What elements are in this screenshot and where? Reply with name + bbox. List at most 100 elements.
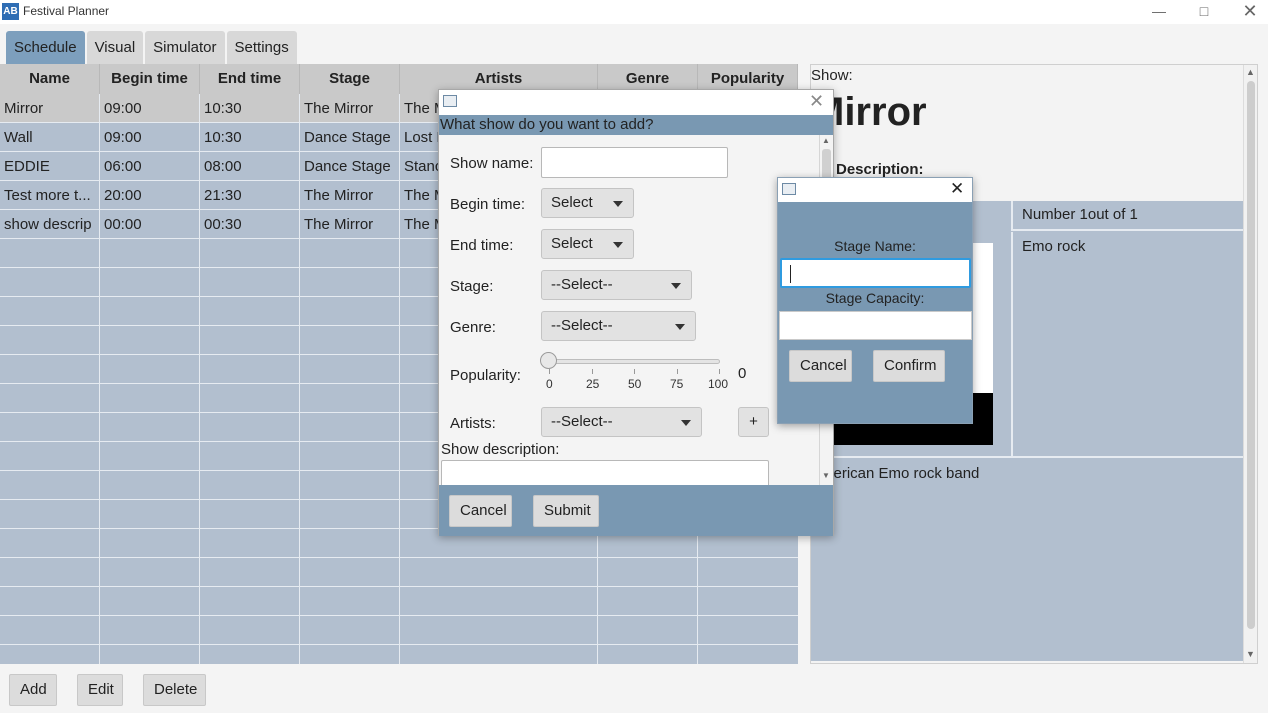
cell-name: Mirror	[0, 94, 100, 123]
grid-line	[0, 557, 798, 558]
cell-stage: The Mirror	[300, 210, 400, 239]
window-icon	[443, 95, 457, 107]
chevron-down-icon	[613, 201, 623, 207]
add-stage-dialog: ✕ Stage Name: Stage Capacity: Cancel Con…	[777, 177, 973, 424]
dialog-titlebar: ✕	[778, 178, 972, 202]
scroll-down-icon[interactable]: ▼	[822, 471, 830, 480]
show-description-label: Show description:	[441, 441, 560, 458]
artists-label: Artists:	[450, 415, 496, 432]
submit-button[interactable]: Submit	[533, 495, 599, 527]
artist-description: merican Emo rock band	[821, 465, 980, 482]
add-artist-button[interactable]: +	[738, 407, 769, 437]
column-header-begin-time[interactable]: Begin time	[100, 64, 200, 94]
window-icon	[782, 183, 796, 195]
cell-begin-time: 06:00	[100, 152, 200, 181]
begin-time-label: Begin time:	[450, 196, 526, 213]
text-cursor	[790, 265, 791, 283]
dialog-form: Show name: Begin time: Select End time: …	[439, 135, 833, 485]
genre-value: --Select--	[551, 317, 613, 334]
dialog-footer: Cancel Submit	[439, 485, 833, 536]
show-name-input[interactable]	[541, 147, 728, 178]
window-titlebar: AB Festival Planner — □ ✕	[0, 0, 1268, 24]
cell-end-time: 21:30	[200, 181, 300, 210]
end-time-value: Select	[551, 235, 593, 252]
detail-scrollbar[interactable]: ▲ ▼	[1243, 65, 1257, 663]
cell-begin-time: 00:00	[100, 210, 200, 239]
slider-tick-label: 100	[708, 377, 729, 391]
stage-value: --Select--	[551, 276, 613, 293]
chevron-down-icon	[671, 283, 681, 289]
slider-tick	[677, 369, 678, 374]
tab-schedule[interactable]: Schedule	[6, 31, 85, 64]
grid-line	[0, 586, 798, 587]
stage-name-label: Stage Name:	[834, 238, 916, 254]
popularity-slider-thumb[interactable]	[540, 352, 557, 369]
dialog-header: What show do you want to add?	[439, 115, 833, 135]
tab-visual[interactable]: Visual	[86, 31, 144, 64]
slider-tick-label: 75	[670, 377, 684, 391]
cancel-button[interactable]: Cancel	[449, 495, 512, 527]
slider-tick-label: 0	[546, 377, 553, 391]
slider-tick	[719, 369, 720, 374]
scrollbar-thumb[interactable]	[1247, 81, 1255, 629]
slider-tick	[549, 369, 550, 374]
cell-stage: The Mirror	[300, 94, 400, 123]
slider-tick-label: 50	[628, 377, 642, 391]
begin-time-value: Select	[551, 194, 593, 211]
scrollbar-thumb[interactable]	[822, 149, 831, 179]
stage-name-input[interactable]	[780, 258, 971, 288]
slider-tick-label: 25	[586, 377, 600, 391]
end-time-label: End time:	[450, 237, 514, 254]
popularity-label: Popularity:	[450, 367, 521, 384]
slider-tick	[592, 369, 593, 374]
popularity-slider-track[interactable]	[547, 359, 720, 364]
add-button[interactable]: Add	[9, 674, 57, 706]
maximize-icon[interactable]: □	[1181, 0, 1227, 24]
column-header-end-time[interactable]: End time	[200, 64, 300, 94]
scroll-up-icon[interactable]: ▲	[822, 136, 830, 145]
show-label: Show:	[811, 67, 853, 84]
dialog-titlebar: ✕	[439, 90, 833, 115]
scroll-up-icon[interactable]: ▲	[1246, 67, 1255, 77]
column-header-stage[interactable]: Stage	[300, 64, 400, 94]
slider-tick	[634, 369, 635, 374]
cancel-button[interactable]: Cancel	[789, 350, 852, 382]
cell-name: show descrip	[0, 210, 100, 239]
tab-simulator[interactable]: Simulator	[145, 31, 225, 64]
stage-capacity-input[interactable]	[779, 311, 972, 340]
popularity-value: 0	[738, 365, 747, 382]
cell-name: Wall	[0, 123, 100, 152]
scroll-down-icon[interactable]: ▼	[1246, 649, 1255, 659]
stage-select[interactable]: --Select--	[541, 270, 692, 300]
grid-line	[0, 644, 798, 645]
begin-time-select[interactable]: Select	[541, 188, 634, 218]
show-description-input[interactable]	[441, 460, 769, 485]
show-name-label: Show name:	[450, 155, 534, 172]
genre-select[interactable]: --Select--	[541, 311, 696, 341]
add-show-dialog: ✕ What show do you want to add? Show nam…	[438, 89, 834, 536]
tab-settings[interactable]: Settings	[226, 31, 297, 64]
chevron-down-icon	[681, 420, 691, 426]
column-header-name[interactable]: Name	[0, 64, 100, 94]
close-icon[interactable]: ✕	[809, 91, 824, 112]
grid-line	[0, 615, 798, 616]
cell-end-time: 10:30	[200, 94, 300, 123]
app-icon: AB	[2, 3, 19, 20]
cell-stage: The Mirror	[300, 181, 400, 210]
main-tabs: Schedule Visual Simulator Settings	[6, 31, 299, 64]
stage-capacity-label: Stage Capacity:	[825, 290, 925, 306]
close-icon[interactable]: ✕	[1227, 0, 1268, 24]
cell-end-time: 00:30	[200, 210, 300, 239]
chevron-down-icon	[613, 242, 623, 248]
confirm-button[interactable]: Confirm	[873, 350, 945, 382]
end-time-select[interactable]: Select	[541, 229, 634, 259]
minimize-icon[interactable]: —	[1136, 0, 1182, 24]
cell-begin-time: 09:00	[100, 123, 200, 152]
artists-value: --Select--	[551, 413, 613, 430]
delete-button[interactable]: Delete	[143, 674, 206, 706]
edit-button[interactable]: Edit	[77, 674, 123, 706]
genre-value: Emo rock	[1011, 232, 1243, 457]
cell-name: EDDIE	[0, 152, 100, 181]
close-icon[interactable]: ✕	[950, 179, 964, 199]
artists-select[interactable]: --Select--	[541, 407, 702, 437]
